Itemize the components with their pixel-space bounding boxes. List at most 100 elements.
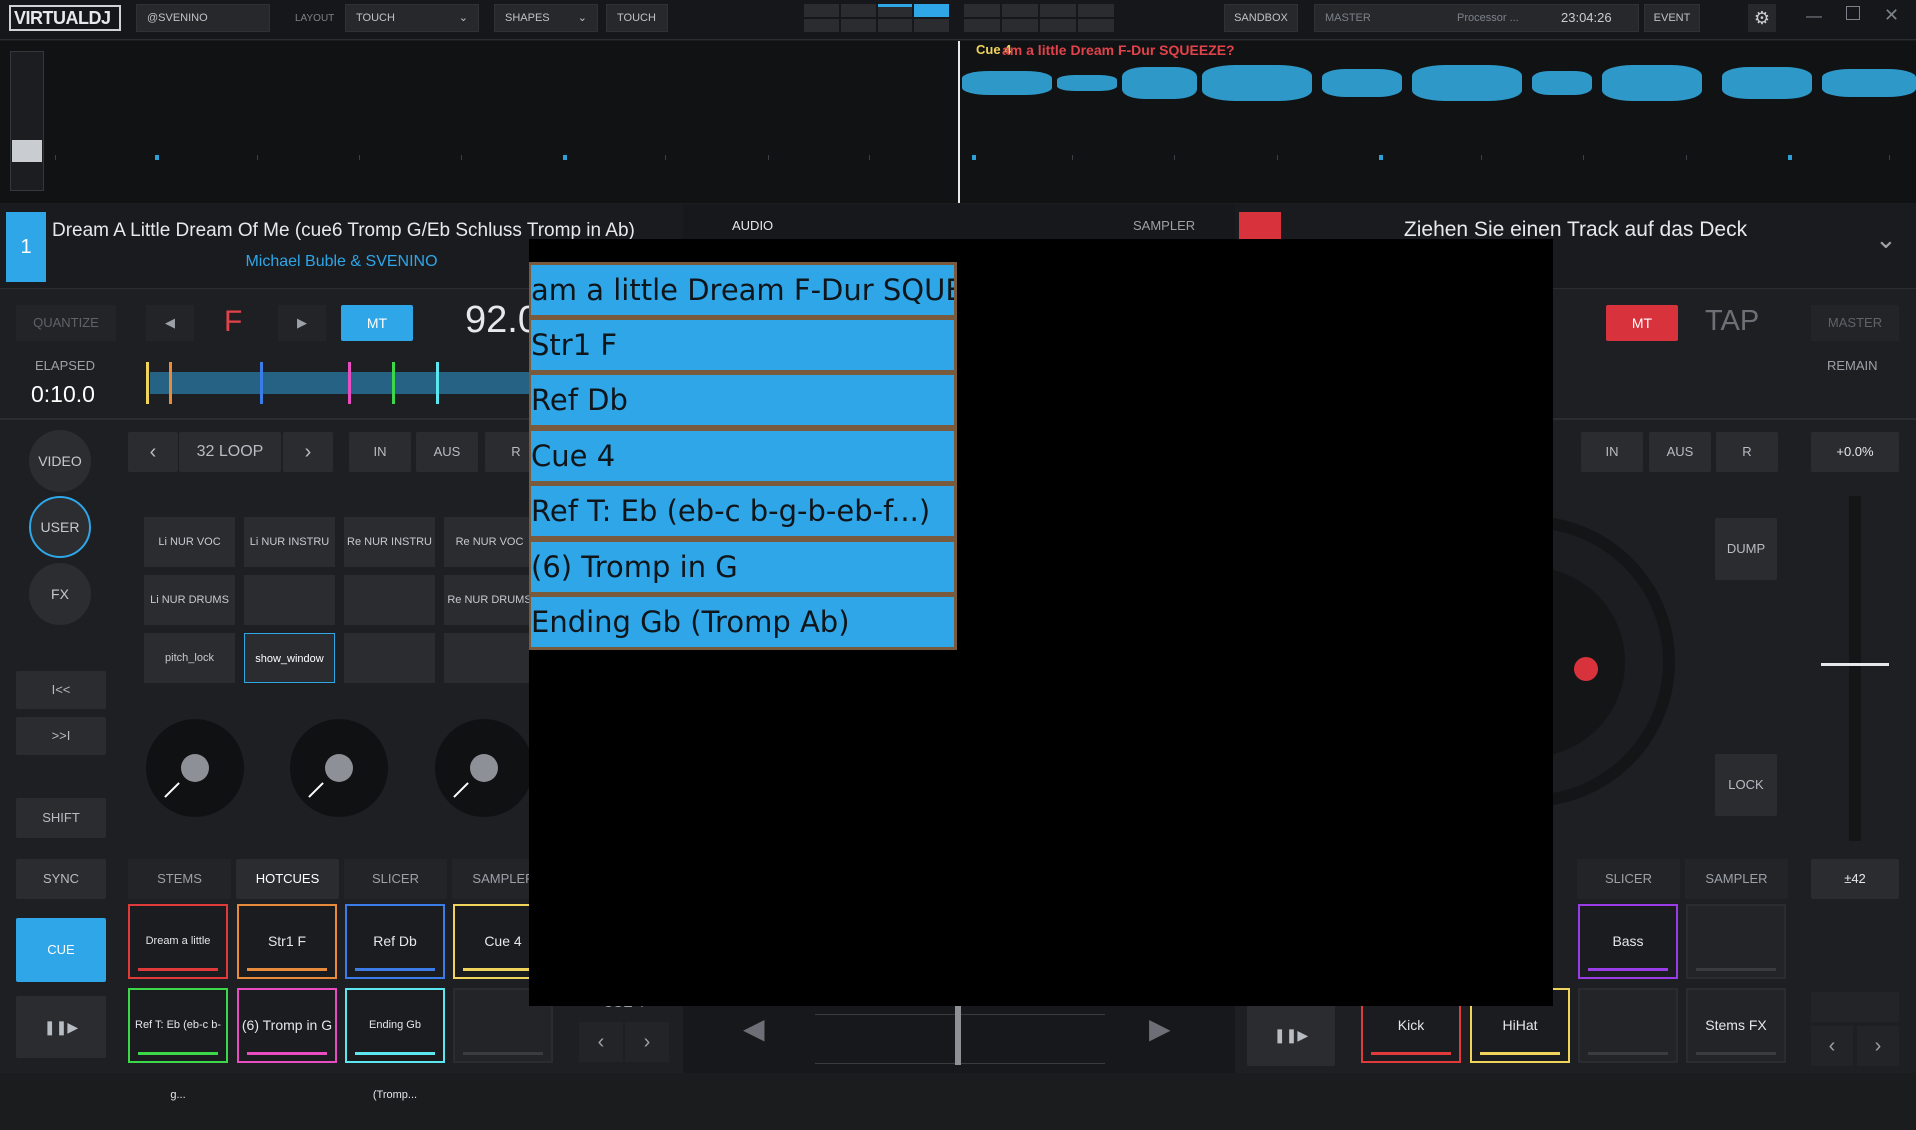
user-button[interactable]: USER [29,496,91,558]
sampler-pad-label: HiHat [1502,1017,1538,1033]
lock-button[interactable]: LOCK [1715,754,1777,816]
audio-tab[interactable]: AUDIO [732,218,773,233]
maximize-icon[interactable] [1846,6,1860,20]
tab-hotcues[interactable]: HOTCUES [236,859,339,899]
crossfader[interactable] [815,1005,1105,1065]
skip-back-button[interactable]: I<< [16,671,106,709]
right-chevron-left-button[interactable]: ‹ [1811,1026,1853,1066]
loop-in-button[interactable]: IN [1581,432,1643,472]
reloop-button[interactable]: R [1716,432,1778,472]
layout-select[interactable]: TOUCH ⌄ [345,4,479,32]
user-pad[interactable] [344,575,435,625]
mt-button[interactable]: MT [1606,305,1678,341]
user-pad[interactable]: Re NUR INSTRU [344,517,435,567]
hotcue-pad[interactable]: Dream a little Drea... [128,904,228,1017]
hotcue-pad[interactable]: Ref Db [345,904,445,979]
effect-knob[interactable] [290,719,388,817]
user-pad[interactable] [344,633,435,683]
elapsed-time: 0:10.0 [31,381,95,407]
user-account[interactable]: @SVENINO [136,4,270,32]
user-pad[interactable]: Re NUR VOC [444,517,535,567]
layout-switcher[interactable] [804,4,1114,32]
tab-slicer[interactable]: SLICER [1577,859,1680,899]
event-button[interactable]: EVENT [1644,4,1700,32]
chevron-left-icon: ‹ [149,441,157,463]
key-display: F [224,305,243,338]
play-pause-button[interactable]: ❚❚▶ [1247,1004,1335,1066]
user-pad[interactable] [444,633,535,683]
cue-list-item[interactable]: Ref T: Eb (eb-c b-g-b-eb-f...) [531,486,954,536]
hotcue-pad[interactable]: Ending Gb (Tromp... [345,988,445,1101]
sync-button[interactable]: SYNC [16,859,106,899]
pitch-display: +0.0% [1811,432,1899,472]
user-pad[interactable]: show_window [244,633,335,683]
skip-forward-button[interactable]: >>I [16,717,106,755]
hotcue-label: Cue 4 [484,933,522,949]
user-pad[interactable] [244,575,335,625]
tab-sampler[interactable]: SAMPLER [1685,859,1788,899]
user-pad[interactable]: Li NUR DRUMS [144,575,235,625]
crossfader-right-icon[interactable]: ▶ [1149,1012,1171,1045]
dump-button[interactable]: DUMP [1715,518,1777,580]
user-pad[interactable]: Li NUR INSTRU [244,517,335,567]
minimize-icon[interactable]: — [1806,8,1822,26]
hotcue-pad[interactable]: Str1 F [237,904,337,979]
loop-prev-button[interactable]: ‹ [128,432,178,472]
video-button[interactable]: VIDEO [29,430,91,492]
tap-button[interactable]: TAP [1705,305,1759,338]
cue-list-item[interactable]: Cue 4 [531,431,954,481]
user-pad[interactable]: pitch_lock [144,633,235,683]
key-up-button[interactable]: ▶ [278,305,326,341]
tab-slicer[interactable]: SLICER [344,859,447,899]
master-meter: MASTER Processor ... 23:04:26 [1314,4,1639,32]
pitch-range[interactable]: ±42 [1811,859,1899,899]
play-pause-button[interactable]: ❚❚▶ [16,996,106,1058]
pitch-slider[interactable] [1821,496,1889,841]
right-chevron-right-button[interactable]: › [1857,1026,1899,1066]
crossfader-left-icon[interactable]: ◀ [743,1012,765,1045]
shapes-select[interactable]: SHAPES ⌄ [494,4,598,32]
sampler-pad[interactable]: Stems FX [1686,988,1786,1063]
loop-out-button[interactable]: AUS [1649,432,1711,472]
cue-button[interactable]: CUE [16,918,106,982]
left-chevron-left-button[interactable]: ‹ [579,1022,623,1062]
gear-icon[interactable]: ⚙ [1748,4,1776,32]
rhythm-waveform[interactable]: Cue 4 am a little Dream F-Dur SQUEEZE? [0,41,1916,203]
cue-list-item[interactable]: am a little Dream F-Dur SQUEEZE? [531,265,954,315]
loop-size[interactable]: 32 LOOP [179,432,281,472]
effect-knob[interactable] [435,719,533,817]
mt-button[interactable]: MT [341,305,413,341]
sampler-pad-label: Kick [1397,1017,1425,1033]
chevron-down-icon[interactable]: ⌄ [1875,224,1897,255]
crossfader-mini[interactable] [10,51,44,191]
cue-list-item[interactable]: Ending Gb (Tromp Ab) [531,597,954,647]
quantize-button[interactable]: QUANTIZE [16,305,116,341]
sampler-tab[interactable]: SAMPLER [1133,218,1195,233]
blank-button[interactable] [1811,992,1899,1022]
user-pad[interactable]: Re NUR DRUMS [444,575,535,625]
close-icon[interactable]: ✕ [1884,5,1899,26]
sampler-pad[interactable]: Bass [1578,904,1678,979]
sandbox-button[interactable]: SANDBOX [1224,4,1298,32]
shift-button[interactable]: SHIFT [16,798,106,838]
loop-in-button[interactable]: IN [349,432,411,472]
cue-list-item[interactable]: Ref Db [531,375,954,425]
master-button[interactable]: MASTER [1811,305,1899,341]
hotcue-pad[interactable]: Ref T: Eb (eb-c b-g... [128,988,228,1101]
key-down-button[interactable]: ◀ [146,305,194,341]
effect-knob[interactable] [146,719,244,817]
loop-next-button[interactable]: › [283,432,333,472]
fx-button[interactable]: FX [29,563,91,625]
sampler-pad[interactable] [1578,988,1678,1063]
loop-out-button[interactable]: AUS [416,432,478,472]
waveform-title: am a little Dream F-Dur SQUEEZE? [1002,42,1235,58]
shapes-value: SHAPES [505,12,550,24]
tab-stems[interactable]: STEMS [128,859,231,899]
sampler-pad[interactable] [1686,904,1786,979]
cue-list-item[interactable]: (6) Tromp in G [531,542,954,592]
cue-list-item[interactable]: Str1 F [531,320,954,370]
hotcue-pad[interactable]: (6) Tromp in G [237,988,337,1063]
left-chevron-right-button[interactable]: › [625,1022,669,1062]
user-pad[interactable]: Li NUR VOC [144,517,235,567]
touch-button[interactable]: TOUCH [606,4,668,32]
